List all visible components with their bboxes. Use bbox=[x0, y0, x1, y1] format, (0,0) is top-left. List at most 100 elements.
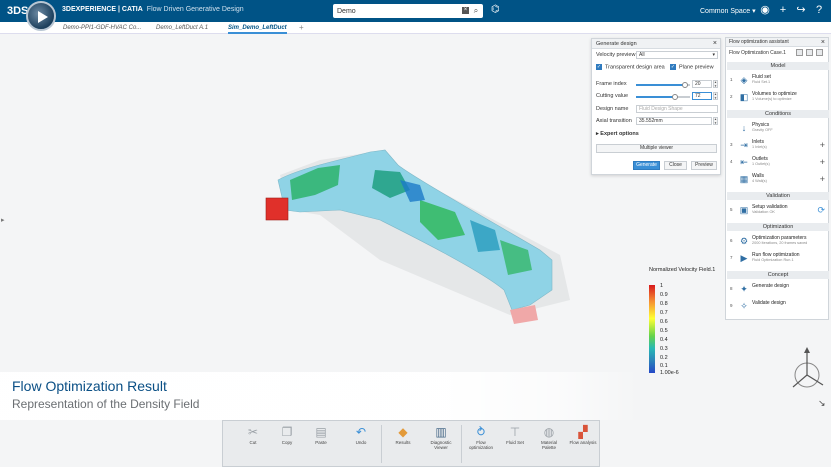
add-icon[interactable]: + bbox=[776, 3, 790, 17]
item-volumes-to-optimize[interactable]: 2 ◧ Volumes to optimize 1 Volume(s) to opt… bbox=[728, 90, 828, 106]
item-setup-validation[interactable]: 5 ▣ Setup validation Validation OK ⟳ bbox=[728, 203, 828, 219]
add-wall-icon[interactable]: + bbox=[820, 174, 825, 184]
banner-subtitle: Representation of the Density Field bbox=[12, 397, 200, 411]
material-palette-icon: ◍ bbox=[543, 425, 555, 439]
close-icon[interactable]: × bbox=[821, 38, 825, 47]
cutting-value-knob[interactable] bbox=[671, 94, 678, 100]
close-icon[interactable]: × bbox=[713, 39, 717, 49]
item-inlets[interactable]: 3 ⇥ Inlets 1 Inlet(s) + bbox=[728, 138, 828, 154]
help-icon[interactable]: ? bbox=[812, 3, 826, 17]
legend-label: 0.9 bbox=[660, 292, 668, 298]
tab-bar: Demo-PPI1-GDF-HVAC Co... Demo_LeftDuct A… bbox=[0, 22, 831, 34]
duct-3d-model[interactable] bbox=[260, 140, 590, 340]
velocity-preview-label: Velocity preview bbox=[596, 52, 636, 58]
check-icon: ✓ bbox=[670, 64, 676, 70]
transparent-checkbox[interactable]: ✓ Transparent design area bbox=[596, 64, 665, 70]
generate-button[interactable]: Generate bbox=[633, 161, 660, 170]
frame-index-knob[interactable] bbox=[681, 82, 688, 88]
legend-label: 0.1 bbox=[660, 363, 668, 369]
cut-button[interactable]: ✂ Cut bbox=[239, 424, 267, 464]
orientation-compass-icon[interactable] bbox=[787, 345, 831, 395]
cutting-value-stepper[interactable]: ▴ ▾ bbox=[713, 92, 718, 100]
app-name: Flow Driven Generative Design bbox=[146, 6, 244, 13]
search-icon[interactable]: ⌕ bbox=[471, 6, 481, 16]
legend-label: 0.2 bbox=[660, 355, 668, 361]
case-tool-icon[interactable] bbox=[816, 49, 823, 56]
design-name-input[interactable]: Fluid Design Shape bbox=[636, 105, 718, 113]
legend-label: 0.8 bbox=[660, 301, 668, 307]
legend-label: 0.3 bbox=[660, 346, 668, 352]
item-fluid-set[interactable]: 1 ◈ Fluid set Fluid Set.1 bbox=[728, 73, 828, 89]
space-selector[interactable]: Common Space ▾ bbox=[700, 7, 756, 15]
fluid-set-icon: ◈ bbox=[740, 75, 748, 85]
item-outlets[interactable]: 4 ⇤ Outlets 1 Outlet(s) + bbox=[728, 155, 828, 171]
frame-index-input[interactable]: 20 bbox=[692, 80, 712, 88]
plane-preview-checkbox[interactable]: ✓ Plane preview bbox=[670, 64, 714, 70]
resize-arrow-icon[interactable]: ↘ bbox=[818, 398, 826, 409]
clear-search-icon[interactable]: × bbox=[462, 7, 469, 14]
item-run-flow-optimization[interactable]: 7 ▶ Run flow optimization Fluid Optimizati… bbox=[728, 251, 828, 267]
run-optimization-icon: ▶ bbox=[740, 253, 748, 263]
results-icon: ◆ bbox=[398, 425, 408, 439]
undo-button[interactable]: ↶ Undo bbox=[347, 424, 375, 464]
case-tool-icon[interactable] bbox=[796, 49, 803, 56]
cutting-value-input[interactable]: 72 bbox=[692, 92, 712, 100]
left-panel-handle-icon[interactable]: ▸ bbox=[1, 216, 5, 224]
item-walls[interactable]: ▦ Walls 4 Wall(s) + bbox=[728, 172, 828, 188]
results-button[interactable]: ◆ Results bbox=[389, 424, 417, 464]
legend-title: Normalized Velocity Field.1 bbox=[649, 267, 716, 273]
search-box[interactable]: × ⌕ bbox=[333, 4, 483, 18]
tag-icon[interactable]: ⌬ bbox=[491, 4, 500, 15]
flow-analysis-button[interactable]: ▞ Flow analysis bbox=[569, 424, 597, 464]
validation-icon: ▣ bbox=[739, 205, 749, 215]
section-validation: Validation bbox=[727, 192, 829, 200]
tab-sim-demo-leftduct[interactable]: Sim_Demo_LeftDuct bbox=[228, 23, 287, 34]
generate-design-icon: ✦ bbox=[740, 284, 748, 294]
tab-demo-leftduct[interactable]: Demo_LeftDuct A.1 bbox=[156, 23, 208, 34]
section-concept: Concept bbox=[727, 271, 829, 279]
diagnostic-viewer-icon: ▥ bbox=[435, 425, 447, 439]
panel-title: Flow optimization assistant bbox=[726, 38, 828, 47]
parameters-icon: ⚙ bbox=[739, 236, 749, 246]
frame-index-stepper[interactable]: ▴ ▾ bbox=[713, 80, 718, 88]
axial-transition-label: Axial transition bbox=[596, 118, 632, 124]
copy-button[interactable]: ❐ Copy bbox=[273, 424, 301, 464]
fluid-set-button[interactable]: ⊤ Fluid Set bbox=[501, 424, 529, 464]
frame-index-fill bbox=[636, 84, 685, 86]
axial-transition-stepper[interactable]: ▴ ▾ bbox=[713, 117, 718, 125]
tab-demo-ppi1[interactable]: Demo-PPI1-GDF-HVAC Co... bbox=[63, 23, 141, 34]
flow-optimization-button[interactable]: ⥁ Flow optimization bbox=[467, 424, 495, 464]
legend-label: 0.5 bbox=[660, 328, 668, 334]
section-model: Model bbox=[727, 62, 829, 70]
add-inlet-icon[interactable]: + bbox=[820, 140, 825, 150]
preview-button[interactable]: Preview bbox=[691, 161, 717, 170]
user-icon[interactable]: ◉ bbox=[758, 3, 772, 17]
toolbar-divider bbox=[461, 425, 462, 463]
optimization-case-label: Flow Optimization Case.1 bbox=[729, 50, 786, 56]
search-input[interactable] bbox=[337, 6, 457, 16]
velocity-preview-select[interactable]: All ▾ bbox=[636, 51, 718, 59]
item-validate-design[interactable]: 9 ✧ Validate design bbox=[728, 299, 828, 315]
expert-options-toggle[interactable]: ▸ Expert options bbox=[596, 131, 639, 137]
wall-icon: ▦ bbox=[739, 174, 749, 184]
share-icon[interactable]: ↪ bbox=[794, 3, 808, 17]
banner-title: Flow Optimization Result bbox=[12, 378, 167, 394]
item-optimization-parameters[interactable]: 6 ⚙ Optimization parameters 2000 Iteration… bbox=[728, 234, 828, 250]
close-button[interactable]: Close bbox=[664, 161, 687, 170]
legend-label: 1 bbox=[660, 283, 664, 289]
paste-button[interactable]: ▤ Paste bbox=[307, 424, 335, 464]
add-outlet-icon[interactable]: + bbox=[820, 157, 825, 167]
item-physics[interactable]: ↓ Physics Gravity OFF bbox=[728, 121, 828, 137]
diagnostic-viewer-button[interactable]: ▥ Diagnostic Viewer bbox=[427, 424, 455, 464]
multiple-viewer-button[interactable]: Multiple viewer bbox=[596, 144, 717, 153]
paste-icon: ▤ bbox=[315, 425, 327, 439]
material-palette-button[interactable]: ◍ Material Palette bbox=[535, 424, 563, 464]
generate-design-panel: Generate design × Velocity preview All ▾ … bbox=[591, 38, 721, 175]
case-tool-icon[interactable] bbox=[806, 49, 813, 56]
compass-play-icon[interactable] bbox=[26, 1, 56, 31]
item-generate-design[interactable]: 8 ✦ Generate design bbox=[728, 282, 828, 298]
brand-name: 3DEXPERIENCE | CATIA bbox=[62, 6, 143, 13]
refresh-icon[interactable]: ⟳ bbox=[817, 205, 825, 216]
add-tab-icon[interactable]: + bbox=[299, 23, 304, 33]
axial-transition-input[interactable]: 35.552mm bbox=[636, 117, 712, 125]
